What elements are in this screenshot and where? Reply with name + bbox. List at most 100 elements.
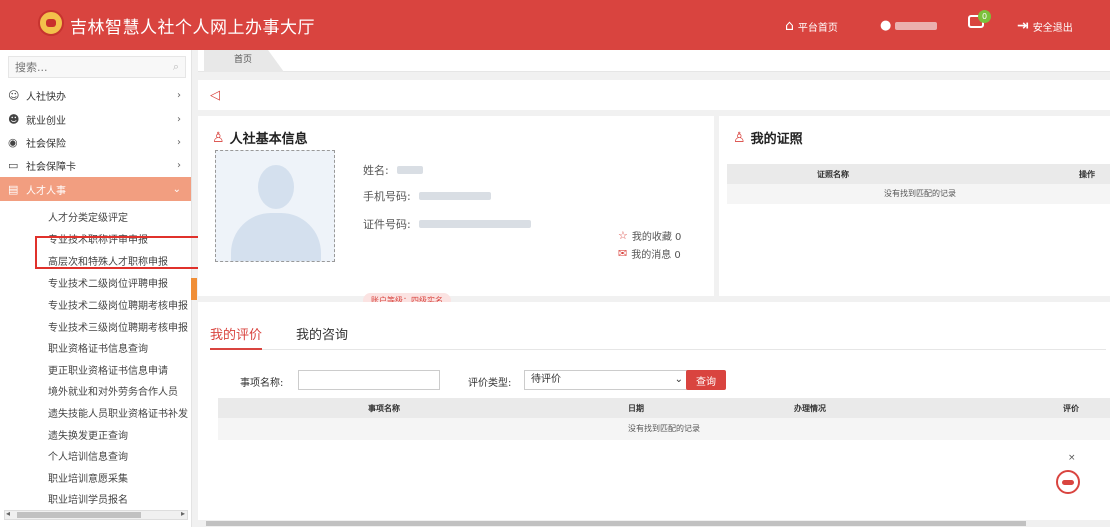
- redacted-phone: [418, 192, 491, 200]
- column-header-status: 办理情况: [794, 404, 826, 413]
- sidebar-item-talent-personnel[interactable]: ▤ 人才人事 ⌄: [0, 177, 191, 201]
- platform-home-link[interactable]: ⌂ 平台首页: [785, 18, 838, 34]
- sidebar-item-security-card[interactable]: ▭ 社会保障卡 ›: [0, 153, 191, 177]
- chevron-right-icon: ›: [177, 89, 181, 101]
- chevron-down-icon: ⌄: [172, 183, 181, 195]
- person-icon: ♙: [733, 129, 746, 146]
- close-icon[interactable]: ×: [1068, 453, 1076, 463]
- envelope-icon: ✉: [618, 247, 628, 260]
- sidebar-item-label: 人社快办: [26, 91, 66, 103]
- avatar-body-shape: [231, 213, 321, 261]
- tab-home[interactable]: 首页: [204, 50, 284, 72]
- id-label: 证件号码:: [363, 218, 411, 231]
- logout-button[interactable]: ⇥ 安全退出: [1017, 18, 1073, 34]
- name-row: 姓名:: [363, 162, 423, 178]
- speaker-icon: ◁: [210, 88, 220, 103]
- redacted-username: [895, 21, 938, 30]
- submenu-item[interactable]: 专业技术三级岗位聘期考核申报: [48, 319, 192, 334]
- submenu-item[interactable]: 专业技术二级岗位评聘申报: [48, 275, 192, 290]
- submenu-item[interactable]: 境外就业和对外劳务合作人员: [48, 383, 192, 398]
- highlight-annotation-box: [35, 236, 210, 269]
- sidebar-item-employment[interactable]: ☻ 就业创业 ›: [0, 107, 191, 131]
- phone-label: 手机号码:: [363, 190, 411, 203]
- user-icon: ●: [880, 18, 892, 33]
- my-messages-label: 我的消息 0: [631, 250, 681, 261]
- submenu-item[interactable]: 个人培训信息查询: [48, 448, 192, 463]
- redacted-name: [396, 166, 423, 174]
- sidebar-item-label: 社会保险: [26, 138, 66, 150]
- submenu-item[interactable]: 人才分类定级评定: [48, 209, 192, 224]
- certificates-title: ♙ 我的证照: [733, 128, 803, 148]
- submenu-item[interactable]: 职业培训学员报名: [48, 491, 192, 506]
- scroll-left-icon[interactable]: ◂: [6, 509, 10, 518]
- evaluation-type-label: 评价类型:: [468, 378, 512, 389]
- tab-my-consultations[interactable]: 我的咨询: [296, 324, 348, 350]
- item-name-input[interactable]: [298, 370, 440, 390]
- column-header-item-name: 事项名称: [368, 404, 400, 413]
- evaluation-table-header: 事项名称 日期 办理情况 评价: [218, 398, 1110, 418]
- sidebar-collapse-handle[interactable]: [191, 278, 197, 300]
- main-content: 首页 ◁ ♙ 人社基本信息 姓名: 手机号码: 证件号码: 账户等级：四级实名 …: [198, 50, 1110, 527]
- logout-icon: ⇥: [1017, 18, 1029, 34]
- certificates-empty-row: 没有找到匹配的记录: [727, 184, 1110, 204]
- submenu-item[interactable]: 遗失换发更正查询: [48, 427, 192, 442]
- sidebar-item-quick-service[interactable]: ☺ 人社快办 ›: [0, 83, 191, 107]
- certificates-panel: ♙ 我的证照 证照名称 操作 没有找到匹配的记录: [719, 116, 1110, 296]
- scroll-right-icon[interactable]: ▸: [181, 509, 185, 518]
- submenu-item[interactable]: 职业培训意愿采集: [48, 470, 192, 485]
- card-icon: ▭: [8, 158, 19, 172]
- submenu-item[interactable]: 专业技术二级岗位聘期考核申报: [48, 297, 192, 312]
- logout-label: 安全退出: [1032, 22, 1073, 34]
- evaluation-type-value: 待评价: [531, 374, 561, 385]
- redacted-id-number: [418, 220, 531, 228]
- avatar-placeholder: [215, 150, 335, 262]
- submenu-item[interactable]: 职业资格证书信息查询: [48, 340, 192, 355]
- my-favorites-link[interactable]: ☆ 我的收藏 0: [618, 228, 681, 243]
- scrollbar-thumb[interactable]: [206, 521, 1026, 526]
- star-icon: ☆: [618, 229, 628, 242]
- chevron-down-icon: ⌄: [674, 374, 683, 385]
- sidebar-item-social-insurance[interactable]: ◉ 社会保险 ›: [0, 130, 191, 154]
- person-icon: ♙: [212, 129, 225, 146]
- tab-strip: 首页: [198, 50, 1110, 72]
- avatar-head-shape: [258, 165, 294, 209]
- my-messages-link[interactable]: ✉ 我的消息 0: [618, 246, 681, 261]
- search-icon[interactable]: ⌕: [173, 60, 179, 74]
- sidebar-horizontal-scrollbar[interactable]: ◂ ▸: [4, 509, 188, 520]
- people-icon: ☻: [8, 112, 20, 126]
- sidebar-item-label: 就业创业: [26, 115, 66, 127]
- document-icon: ▤: [8, 182, 19, 196]
- basic-info-title-text: 人社基本信息: [229, 132, 308, 147]
- sidebar: ⌕ ☺ 人社快办 › ☻ 就业创业 › ◉ 社会保险 › ▭ 社会保障卡 › ▤…: [0, 50, 192, 527]
- chevron-right-icon: ›: [177, 113, 181, 125]
- customer-service-icon[interactable]: [1056, 470, 1080, 494]
- certificates-title-text: 我的证照: [750, 132, 803, 147]
- column-header-operation: 操作: [1079, 170, 1095, 179]
- submenu-item[interactable]: 更正职业资格证书信息申请: [48, 362, 192, 377]
- submenu-item[interactable]: 遗失技能人员职业资格证书补发: [48, 405, 192, 420]
- chevron-right-icon: ›: [177, 136, 181, 148]
- id-row: 证件号码:: [363, 216, 531, 232]
- evaluation-tabs: 我的评价 我的咨询: [210, 324, 1106, 350]
- person-icon: ☺: [8, 88, 20, 102]
- sidebar-search: ⌕: [8, 56, 186, 78]
- item-name-label: 事项名称:: [240, 378, 284, 389]
- basic-info-title: ♙ 人社基本信息: [212, 128, 308, 148]
- app-title: 吉林智慧人社个人网上办事大厅: [70, 18, 315, 38]
- scrollbar-thumb[interactable]: [17, 512, 141, 518]
- notice-bar: ◁: [198, 80, 1110, 110]
- user-menu[interactable]: ●: [880, 18, 938, 33]
- top-header: 吉林智慧人社个人网上办事大厅 ⌂ 平台首页 ● 0 ⇥ 安全退出: [0, 0, 1110, 50]
- column-header-cert-name: 证照名称: [817, 170, 849, 179]
- main-horizontal-scrollbar[interactable]: [200, 520, 1110, 527]
- column-header-rating: 评价: [1063, 404, 1079, 413]
- shield-icon: ◉: [8, 135, 18, 149]
- evaluation-type-select[interactable]: 待评价 ⌄: [524, 370, 692, 390]
- sidebar-item-label: 人才人事: [26, 185, 66, 197]
- query-button[interactable]: 查询: [686, 370, 726, 390]
- evaluation-empty-row: 没有找到匹配的记录: [218, 418, 1110, 440]
- tab-my-evaluations[interactable]: 我的评价: [210, 324, 263, 350]
- sidebar-search-input[interactable]: [9, 57, 159, 77]
- chevron-right-icon: ›: [177, 159, 181, 171]
- phone-row: 手机号码:: [363, 188, 491, 204]
